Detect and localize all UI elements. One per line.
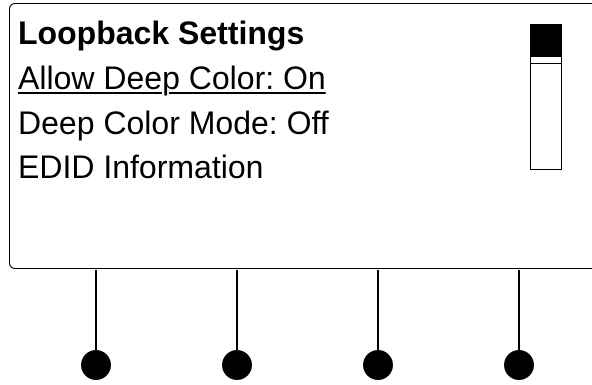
menu-item-edid-information[interactable]: EDID Information xyxy=(18,148,263,186)
softkey-2-button[interactable] xyxy=(222,350,252,380)
softkey-3-line xyxy=(377,270,379,360)
menu-item-deep-color-mode[interactable]: Deep Color Mode: Off xyxy=(18,104,329,142)
softkey-2-line xyxy=(236,270,238,360)
scrollbar-thumb[interactable] xyxy=(531,25,561,64)
softkey-3-button[interactable] xyxy=(363,350,393,380)
softkey-4-line xyxy=(518,270,520,360)
softkey-4-button[interactable] xyxy=(504,350,534,380)
softkey-1-button[interactable] xyxy=(81,350,111,380)
softkey-1-line xyxy=(95,270,97,360)
scrollbar[interactable] xyxy=(530,24,562,170)
menu-item-allow-deep-color[interactable]: Allow Deep Color: On xyxy=(18,59,326,97)
menu-title: Loopback Settings xyxy=(18,15,305,51)
